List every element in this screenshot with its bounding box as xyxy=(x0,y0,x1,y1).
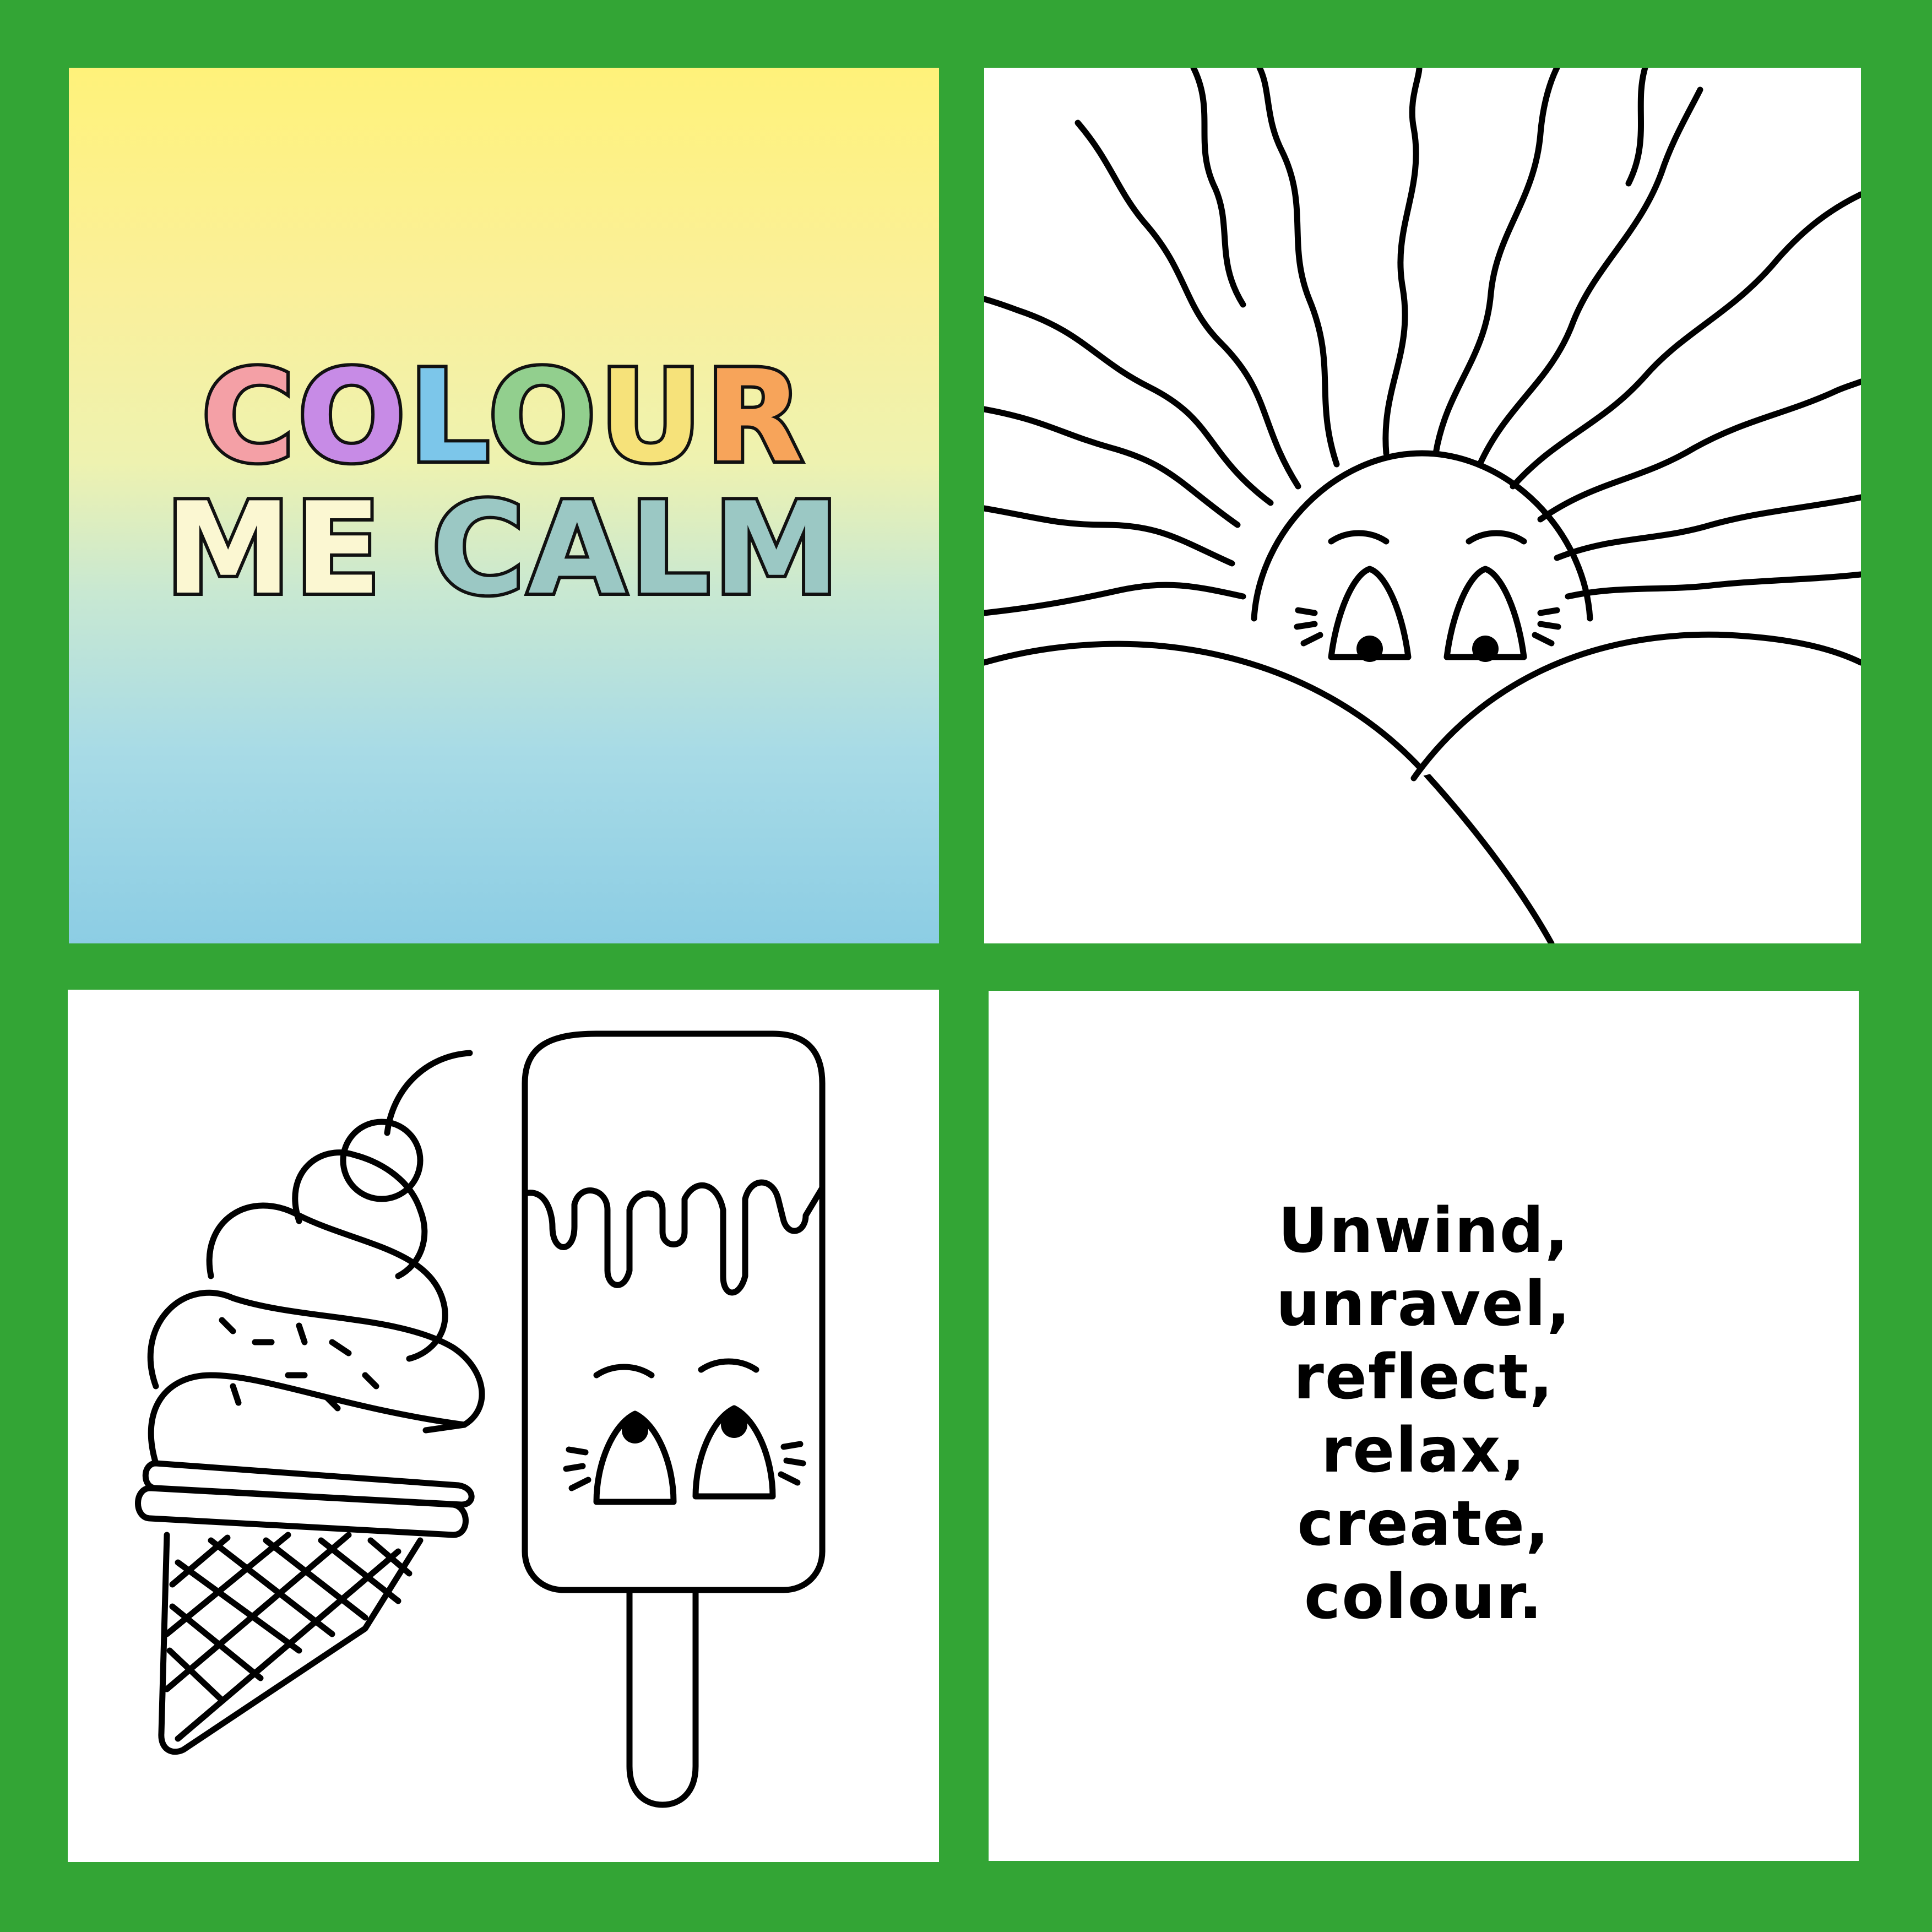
word-line: reflect, xyxy=(1293,1342,1554,1413)
sun-ray xyxy=(984,296,1274,506)
title-letter: O xyxy=(295,344,409,491)
cover-title-line-2: ME CALM xyxy=(69,483,939,616)
title-letter: L xyxy=(405,344,489,491)
title-word-calm: CALM xyxy=(428,476,843,623)
word-line: create, xyxy=(1297,1488,1550,1560)
smiling-sun-icon xyxy=(984,68,1861,943)
calm-words-list: Unwind, unravel, reflect, relax, create,… xyxy=(989,1195,1859,1634)
words-panel: Unwind, unravel, reflect, relax, create,… xyxy=(989,991,1859,1861)
word-line: colour. xyxy=(1304,1561,1544,1633)
title-word-me: ME xyxy=(162,476,384,623)
icecream-panel xyxy=(68,990,939,1862)
title-letter: O xyxy=(485,344,600,491)
popsicle-pupil xyxy=(622,1417,648,1443)
sun-pupil xyxy=(1472,636,1499,662)
title-letter: C xyxy=(198,344,298,491)
title-letter: U xyxy=(596,344,705,491)
popsicle-pupil xyxy=(721,1412,747,1438)
sun-panel xyxy=(984,68,1861,943)
word-line: Unwind, xyxy=(1278,1195,1570,1267)
ice-cream-cone-and-popsicle-icon xyxy=(135,1030,826,1808)
word-line: relax, xyxy=(1321,1415,1526,1486)
sun-pupil xyxy=(1356,636,1383,662)
cover-title-line-1: COLOUR xyxy=(69,351,939,484)
cover-panel: COLOUR ME CALM xyxy=(69,68,939,943)
title-letter: R xyxy=(702,344,807,491)
word-line: unravel, xyxy=(1276,1268,1572,1340)
